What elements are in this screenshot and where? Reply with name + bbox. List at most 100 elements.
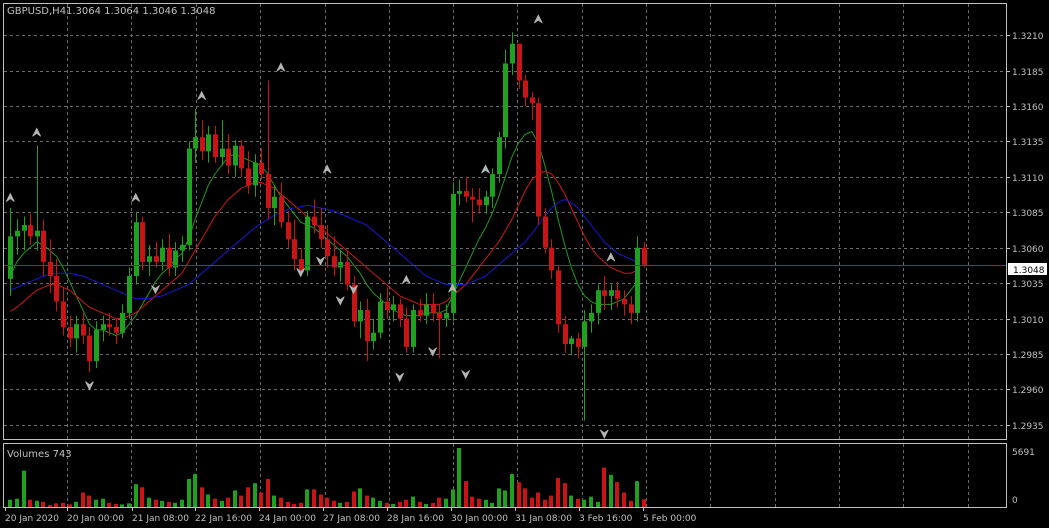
candle-body bbox=[563, 324, 568, 345]
volume-bar bbox=[61, 502, 65, 507]
volume-bar bbox=[292, 503, 296, 507]
volume-bar bbox=[193, 473, 197, 507]
volume-bar bbox=[226, 497, 230, 507]
candle-body bbox=[464, 191, 469, 197]
candle-body bbox=[147, 256, 152, 262]
volume-bar bbox=[549, 495, 553, 507]
candle-body bbox=[120, 312, 125, 333]
volume-bar bbox=[477, 498, 481, 507]
volume-bar bbox=[54, 503, 58, 507]
candle-body bbox=[140, 222, 145, 262]
price-tick-label: 1.3110 bbox=[1012, 174, 1044, 184]
candle-body bbox=[596, 290, 601, 313]
volume-bar bbox=[582, 499, 586, 507]
volume-bar bbox=[490, 502, 494, 507]
candle-body bbox=[220, 148, 225, 158]
candle-body bbox=[411, 310, 416, 347]
volume-bar bbox=[147, 497, 151, 507]
volume-bar bbox=[332, 500, 336, 507]
volume-bar bbox=[22, 470, 26, 507]
time-tick-label: 27 Jan 08:00 bbox=[323, 514, 380, 524]
volume-bar bbox=[114, 503, 118, 507]
volume-bar bbox=[411, 496, 415, 507]
price-tick-label: 1.3060 bbox=[1012, 245, 1044, 255]
volume-axis-min: 0 bbox=[1012, 496, 1018, 506]
price-tick-label: 1.2935 bbox=[1012, 422, 1044, 432]
candle-body bbox=[378, 301, 383, 333]
volumes-indicator-label: Volumes 743 bbox=[7, 449, 72, 460]
candle-body bbox=[589, 312, 594, 322]
volume-bar bbox=[101, 498, 105, 507]
trading-chart-window[interactable]: GBPUSD,H4 1.3064 1.3064 1.3046 1.3048 Vo… bbox=[0, 0, 1049, 528]
volume-bar bbox=[556, 477, 560, 507]
volume-bar bbox=[484, 499, 488, 507]
volume-bar bbox=[220, 500, 224, 507]
volume-bar bbox=[536, 492, 540, 507]
volume-bar bbox=[94, 499, 98, 507]
volume-bar bbox=[87, 495, 91, 507]
candle-body bbox=[497, 137, 502, 175]
volume-bar bbox=[404, 499, 408, 507]
candle[interactable] bbox=[134, 212, 139, 285]
candle-body bbox=[457, 191, 462, 194]
candle[interactable] bbox=[411, 304, 416, 353]
candle-body bbox=[371, 332, 376, 342]
price-tick-label: 1.3210 bbox=[1012, 32, 1044, 42]
candle-body bbox=[549, 247, 554, 271]
candle-body bbox=[187, 148, 192, 245]
candle-body bbox=[246, 168, 251, 186]
volume-bar bbox=[239, 495, 243, 507]
candle-body bbox=[431, 304, 436, 313]
volume-bar bbox=[543, 499, 547, 507]
volume-bar bbox=[15, 498, 19, 507]
candle-body bbox=[622, 298, 627, 305]
volume-bar bbox=[127, 503, 131, 507]
candle-body bbox=[239, 145, 244, 169]
candle-body bbox=[94, 329, 99, 362]
candle-body bbox=[35, 230, 40, 237]
volume-bar bbox=[41, 501, 45, 507]
candle[interactable] bbox=[635, 236, 640, 322]
volume-bar bbox=[391, 503, 395, 507]
volume-bar bbox=[28, 499, 32, 507]
volume-bar bbox=[345, 501, 349, 507]
candle-body bbox=[299, 259, 304, 271]
candle-body bbox=[305, 216, 310, 271]
volume-bar bbox=[253, 483, 257, 507]
volume-bar bbox=[609, 474, 613, 507]
candle[interactable] bbox=[187, 141, 192, 251]
time-tick-label: 3 Feb 16:00 bbox=[579, 514, 633, 524]
volume-bar bbox=[319, 494, 323, 507]
candle[interactable] bbox=[305, 210, 310, 277]
candle-body bbox=[28, 225, 33, 237]
time-tick-label: 24 Jan 00:00 bbox=[259, 514, 316, 524]
volume-bar bbox=[378, 500, 382, 507]
chart-background bbox=[0, 0, 1049, 528]
candle-body bbox=[536, 103, 541, 217]
volume-bar bbox=[365, 495, 369, 507]
volume-bar bbox=[437, 497, 441, 507]
candle-body bbox=[193, 137, 198, 149]
candle-body bbox=[358, 310, 363, 322]
candle[interactable] bbox=[556, 264, 561, 333]
candle-body bbox=[629, 304, 634, 313]
candle-body bbox=[569, 338, 574, 345]
volume-bar bbox=[602, 467, 606, 507]
volume-bar bbox=[266, 479, 270, 507]
time-tick-label: 5 Feb 00:00 bbox=[643, 514, 697, 524]
candle[interactable] bbox=[503, 49, 508, 149]
candle-body bbox=[503, 63, 508, 138]
candle-body bbox=[279, 196, 284, 223]
candle-body bbox=[206, 134, 211, 152]
volume-bar bbox=[107, 502, 111, 507]
volume-bar bbox=[325, 497, 329, 507]
candle-body bbox=[642, 247, 647, 265]
candle-body bbox=[167, 247, 172, 268]
candle[interactable] bbox=[536, 97, 541, 226]
candle-body bbox=[319, 225, 324, 240]
candle-body bbox=[635, 247, 640, 313]
candle[interactable] bbox=[451, 182, 456, 322]
candle-body bbox=[609, 290, 614, 296]
candle-body bbox=[530, 97, 535, 104]
volume-bar bbox=[517, 482, 521, 507]
